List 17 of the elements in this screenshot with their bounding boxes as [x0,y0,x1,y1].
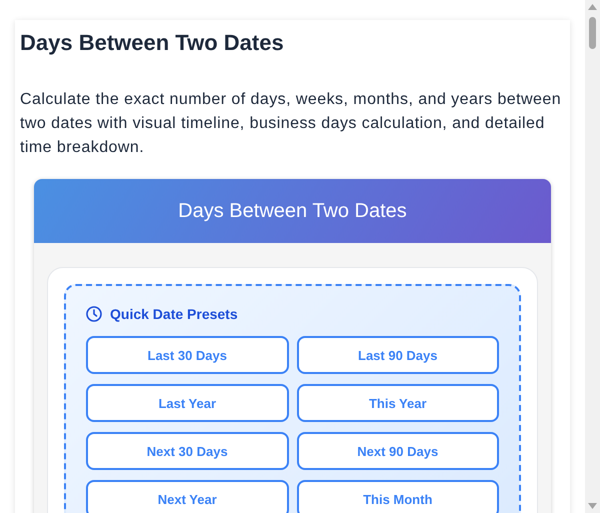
preset-button[interactable]: Next 90 Days [296,432,499,470]
scroll-up-arrow-icon[interactable] [588,4,597,10]
preset-button[interactable]: Last 90 Days [296,336,499,374]
preset-button[interactable]: This Year [296,384,499,422]
clock-icon [86,306,102,322]
preset-button[interactable]: Next 30 Days [86,432,288,470]
preset-button[interactable]: Last Year [86,384,288,422]
calculator-header: Days Between Two Dates [34,179,551,243]
page-title: Days Between Two Dates [20,29,285,57]
preset-button[interactable]: This Month [296,480,499,513]
preset-button[interactable]: Next Year [86,480,288,513]
presets-title: Quick Date Presets [110,306,238,322]
scrollbar-thumb[interactable] [589,17,596,49]
scrollbar[interactable] [585,0,600,513]
preset-button[interactable]: Last 30 Days [86,336,288,374]
page-description: Calculate the exact number of days, weeks, months, and years between two dates with visual timeline, business days calculation, and detailed time breakdown. [20,90,562,158]
scroll-down-arrow-icon[interactable] [588,503,597,509]
